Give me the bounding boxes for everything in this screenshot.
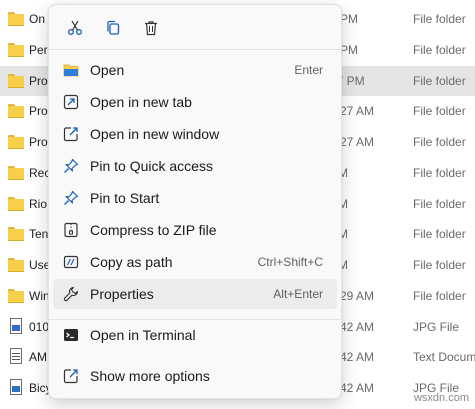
file-type: File folder bbox=[413, 258, 466, 272]
menu-item-pin-to-quick-access[interactable]: Pin to Quick access bbox=[53, 151, 337, 181]
toolbar-separator bbox=[49, 49, 341, 50]
copy-icon bbox=[107, 20, 120, 35]
image-file-icon bbox=[8, 317, 24, 334]
menu-item-label: Open in new window bbox=[90, 126, 220, 142]
copy-button[interactable] bbox=[96, 13, 130, 43]
file-type: File folder bbox=[413, 288, 466, 303]
file-name: Pro bbox=[29, 135, 48, 149]
folder-icon bbox=[8, 135, 24, 149]
scissors-icon bbox=[68, 20, 82, 35]
file-type: File folder bbox=[413, 42, 466, 57]
file-type: File folder bbox=[413, 227, 466, 242]
delete-button[interactable] bbox=[134, 13, 168, 43]
folder-open-icon bbox=[63, 62, 79, 78]
menu-item-shortcut: Enter bbox=[294, 63, 323, 77]
context-menu: Open Enter Open in new tab Open in new wind… bbox=[48, 4, 342, 399]
folder-icon bbox=[8, 104, 24, 119]
file-name: Ten bbox=[29, 227, 49, 242]
menu-item-label: Open bbox=[90, 62, 125, 78]
menu-item-open-in-new-window[interactable]: Open in new window bbox=[53, 119, 337, 149]
menu-item-label: Copy as path bbox=[90, 254, 173, 270]
wrench-icon bbox=[63, 286, 79, 302]
folder-icon bbox=[8, 42, 24, 57]
file-name: Win bbox=[29, 288, 50, 303]
file-type: File folder bbox=[413, 135, 466, 149]
menu-item-shortcut: Alt+Enter bbox=[273, 287, 323, 301]
path-icon bbox=[63, 254, 79, 270]
file-name: Pro bbox=[29, 104, 48, 119]
watermark: wsxdn.com bbox=[413, 392, 469, 404]
menu-item-label: Show more options bbox=[90, 368, 210, 384]
folder-icon bbox=[8, 165, 24, 180]
file-type: File folder bbox=[413, 196, 466, 211]
file-type: JPG File bbox=[413, 319, 460, 334]
image-file-icon bbox=[8, 379, 24, 395]
menu-item-label: Pin to Start bbox=[90, 190, 160, 206]
file-type: File folder bbox=[413, 165, 466, 180]
file-name: 010 bbox=[29, 319, 50, 334]
file-name: On bbox=[29, 12, 46, 26]
file-type: File folder bbox=[413, 12, 466, 26]
menu-item-label: Compress to ZIP file bbox=[90, 222, 217, 238]
menu-item-open[interactable]: Open Enter bbox=[53, 55, 337, 85]
file-type: File folder bbox=[413, 73, 466, 88]
more-options-icon bbox=[63, 368, 79, 384]
menu-item-compress-to-zip-file[interactable]: Compress to ZIP file bbox=[53, 215, 337, 245]
menu-item-open-in-terminal[interactable]: Open in Terminal bbox=[53, 320, 337, 350]
file-name: Per bbox=[29, 42, 48, 57]
file-name: Pro bbox=[29, 73, 48, 88]
folder-icon bbox=[8, 196, 24, 211]
folder-icon bbox=[8, 73, 24, 88]
folder-icon bbox=[8, 288, 24, 303]
file-type: Text Docum bbox=[413, 350, 475, 365]
pin-icon bbox=[63, 190, 79, 206]
folder-icon bbox=[8, 227, 24, 242]
menu-separator bbox=[49, 319, 341, 320]
file-type: File folder bbox=[413, 104, 466, 119]
folder-icon bbox=[8, 12, 24, 26]
pin-icon bbox=[63, 158, 79, 174]
menu-item-copy-as-path[interactable]: Copy as path Ctrl+Shift+C bbox=[53, 247, 337, 277]
trash-icon bbox=[145, 21, 157, 36]
zip-icon bbox=[63, 222, 79, 238]
new-tab-icon bbox=[63, 94, 79, 110]
file-name: Rio bbox=[29, 196, 48, 211]
menu-item-label: Pin to Quick access bbox=[90, 158, 213, 174]
menu-item-label: Open in new tab bbox=[90, 94, 192, 110]
menu-item-label: Properties bbox=[90, 286, 154, 302]
menu-item-properties[interactable]: Properties Alt+Enter bbox=[53, 279, 337, 309]
folder-icon bbox=[8, 258, 24, 272]
menu-item-show-more-options[interactable]: Show more options bbox=[53, 361, 337, 391]
terminal-icon bbox=[63, 327, 79, 343]
menu-item-pin-to-start[interactable]: Pin to Start bbox=[53, 183, 337, 213]
menu-item-open-in-new-tab[interactable]: Open in new tab bbox=[53, 87, 337, 117]
menu-item-label: Open in Terminal bbox=[90, 327, 196, 343]
cut-button[interactable] bbox=[58, 13, 92, 43]
text-file-icon bbox=[8, 348, 24, 365]
new-window-icon bbox=[63, 126, 79, 142]
menu-item-shortcut: Ctrl+Shift+C bbox=[257, 255, 323, 269]
file-name: AM bbox=[29, 350, 47, 365]
